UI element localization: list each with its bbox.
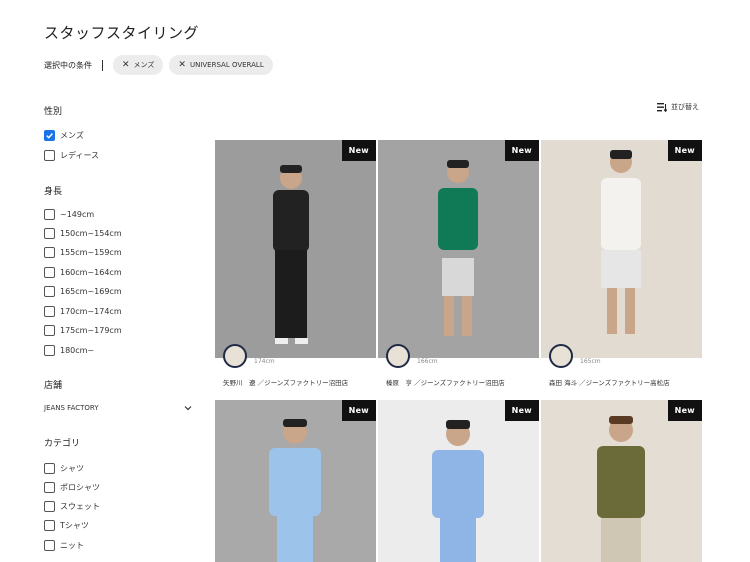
category-option[interactable]: スウェット [44, 501, 100, 512]
new-badge: New [667, 400, 702, 421]
store-select[interactable]: JEANS FACTORY [44, 404, 192, 412]
staff-name-store[interactable]: 矢野川 遼 ／ジーンズファクトリー沼田店 [223, 377, 348, 387]
height-option[interactable]: 160cm~164cm [44, 267, 122, 278]
checkbox-checked[interactable] [44, 130, 55, 141]
height-option[interactable]: 150cm~154cm [44, 228, 122, 239]
gender-option-label: メンズ [60, 131, 84, 140]
person-figure [378, 140, 539, 358]
page-title: スタッフスタイリング [44, 24, 200, 42]
staff-name-store[interactable]: 森田 海斗 ／ジーンズファクトリー高松店 [549, 377, 670, 387]
category-option[interactable]: ポロシャツ [44, 482, 100, 493]
checkbox[interactable] [44, 482, 55, 493]
filter-chip-label: メンズ [133, 61, 155, 69]
checkbox[interactable] [44, 540, 55, 551]
selected-filters-label: 選択中の条件 [44, 60, 92, 70]
person-figure [378, 400, 539, 562]
avatar[interactable] [223, 344, 247, 368]
checkbox[interactable] [44, 209, 55, 220]
filter-divider [102, 59, 103, 71]
person-figure [541, 140, 702, 358]
avatar[interactable] [549, 344, 573, 368]
checkbox[interactable] [44, 501, 55, 512]
checkbox[interactable] [44, 520, 55, 531]
staff-height: 166cm [417, 358, 438, 365]
height-option[interactable]: 170cm~174cm [44, 306, 122, 317]
checkbox[interactable] [44, 286, 55, 297]
store-heading: 店舗 [44, 381, 63, 391]
close-icon[interactable]: ✕ [178, 60, 186, 70]
styling-photo[interactable]: New [378, 140, 539, 358]
checkmark-icon [46, 133, 53, 139]
person-figure [215, 400, 376, 562]
category-option-label: ニット [60, 541, 84, 550]
styling-photo[interactable]: New [378, 400, 539, 562]
checkbox[interactable] [44, 345, 55, 356]
filter-chip-universal-overall[interactable]: ✕ UNIVERSAL OVERALL [169, 55, 273, 75]
gender-heading: 性別 [44, 107, 63, 117]
gender-option-label: レディース [60, 151, 100, 160]
staff-height: 174cm [254, 358, 275, 365]
store-select-value: JEANS FACTORY [44, 404, 99, 412]
sort-icon [657, 102, 667, 112]
close-icon[interactable]: ✕ [122, 60, 130, 70]
checkbox[interactable] [44, 306, 55, 317]
gender-option-ladies[interactable]: レディース [44, 150, 99, 161]
styling-photo[interactable]: New [215, 400, 376, 562]
selected-filters-bar: 選択中の条件 ✕ メンズ ✕ UNIVERSAL OVERALL [44, 55, 279, 75]
height-option-label: 165cm~169cm [60, 287, 122, 296]
height-option-label: 170cm~174cm [60, 307, 122, 316]
new-badge: New [504, 140, 539, 161]
category-option-label: シャツ [60, 464, 84, 473]
person-figure [215, 140, 376, 358]
category-heading: カテゴリ [44, 439, 81, 449]
new-badge: New [341, 400, 376, 421]
sort-button[interactable]: 並び替え [657, 102, 699, 112]
styling-photo[interactable]: New [541, 400, 702, 562]
chevron-down-icon [184, 406, 192, 411]
category-option-label: ポロシャツ [60, 483, 100, 492]
filter-chip-label: UNIVERSAL OVERALL [189, 61, 264, 69]
height-option-label: 150cm~154cm [60, 229, 122, 238]
height-option-label: ~149cm [60, 210, 95, 219]
height-option-label: 155cm~159cm [60, 248, 122, 257]
height-option[interactable]: 180cm~ [44, 345, 94, 356]
height-option[interactable]: 165cm~169cm [44, 286, 122, 297]
new-badge: New [667, 140, 702, 161]
new-badge: New [341, 140, 376, 161]
checkbox[interactable] [44, 228, 55, 239]
category-option-label: スウェット [60, 502, 100, 511]
styling-photo[interactable]: New [541, 140, 702, 358]
staff-name-store[interactable]: 榛原 亨 ／ジーンズファクトリー沼田店 [386, 377, 505, 387]
height-option-label: 180cm~ [60, 346, 95, 355]
checkbox[interactable] [44, 150, 55, 161]
height-option[interactable]: 175cm~179cm [44, 325, 122, 336]
person-figure [541, 400, 702, 562]
height-heading: 身長 [44, 187, 63, 197]
height-option-label: 175cm~179cm [60, 326, 122, 335]
styling-photo[interactable]: New [215, 140, 376, 358]
category-option[interactable]: シャツ [44, 463, 84, 474]
checkbox[interactable] [44, 325, 55, 336]
checkbox[interactable] [44, 267, 55, 278]
height-option[interactable]: 155cm~159cm [44, 247, 122, 258]
height-option-label: 160cm~164cm [60, 268, 122, 277]
sort-label: 並び替え [671, 103, 699, 111]
filter-chip-mens[interactable]: ✕ メンズ [113, 55, 164, 75]
height-option[interactable]: ~149cm [44, 209, 94, 220]
checkbox[interactable] [44, 247, 55, 258]
category-option-label: Tシャツ [60, 521, 89, 530]
category-option[interactable]: Tシャツ [44, 520, 89, 531]
avatar[interactable] [386, 344, 410, 368]
staff-height: 165cm [580, 358, 601, 365]
gender-option-mens[interactable]: メンズ [44, 130, 84, 141]
new-badge: New [504, 400, 539, 421]
checkbox[interactable] [44, 463, 55, 474]
category-option[interactable]: ニット [44, 540, 84, 551]
